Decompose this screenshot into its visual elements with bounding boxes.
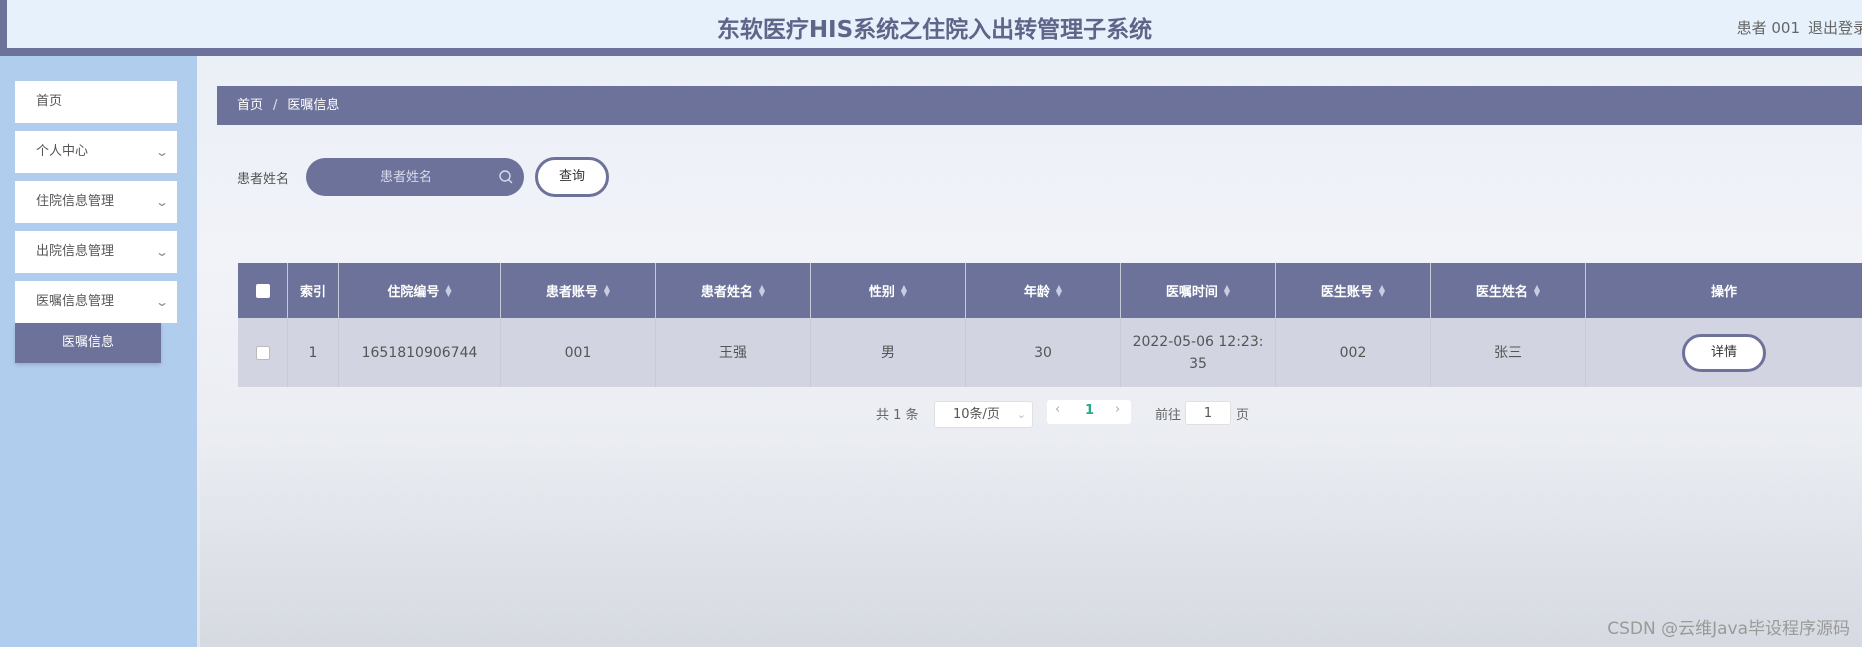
sidebar-item-label: 医嘱信息管理 xyxy=(36,294,115,309)
sidebar-subitem-order-info[interactable]: 医嘱信息 xyxy=(15,323,161,363)
cell-age: 30 xyxy=(966,318,1121,387)
cell-patient-name: 王强 xyxy=(656,318,811,387)
page-size-select[interactable]: 10条/页 ⌄ xyxy=(934,401,1033,428)
patient-name-input[interactable] xyxy=(306,158,496,196)
logout-link[interactable]: 退出登录 xyxy=(1808,17,1862,38)
sidebar-item-label: 个人中心 xyxy=(36,144,89,159)
column-header-patient-name[interactable]: 患者姓名 ▲ ▼ xyxy=(656,263,811,318)
breadcrumb: 首页 / 医嘱信息 xyxy=(217,86,1862,125)
column-header-admission-no[interactable]: 住院编号 ▲ ▼ xyxy=(339,263,501,318)
column-header-doctor-account[interactable]: 医生账号 ▲ ▼ xyxy=(1276,263,1431,318)
sort-icon[interactable]: ▲ ▼ xyxy=(1379,283,1385,297)
column-header-index: 索引 xyxy=(288,263,339,318)
sort-icon[interactable]: ▲ ▼ xyxy=(759,283,765,297)
page-number-current[interactable]: 1 xyxy=(1085,403,1094,418)
search-label: 患者姓名 xyxy=(237,172,290,187)
pagination-total: 共 1 条 xyxy=(876,408,919,423)
sort-icon[interactable]: ▲ ▼ xyxy=(901,283,907,297)
sidebar-item-label: 出院信息管理 xyxy=(36,244,115,259)
sort-icon[interactable]: ▲ ▼ xyxy=(1224,283,1230,297)
column-header-gender[interactable]: 性别 ▲ ▼ xyxy=(811,263,966,318)
row-select-cell xyxy=(238,318,288,387)
cell-index: 1 xyxy=(288,318,339,387)
goto-page-input[interactable] xyxy=(1185,401,1231,425)
sort-icon[interactable]: ▲ ▼ xyxy=(604,283,610,297)
chevron-down-icon: ⌄ xyxy=(154,245,170,259)
current-user: 患者 001 xyxy=(1736,19,1800,37)
cell-admission-no: 1651810906744 xyxy=(339,318,501,387)
row-checkbox[interactable] xyxy=(255,345,270,360)
sidebar-item-label: 首页 xyxy=(36,94,63,109)
sidebar-item-label: 住院信息管理 xyxy=(36,194,115,209)
cell-order-time: 2022-05-06 12:23:35 xyxy=(1121,318,1276,387)
cell-actions: 详情 xyxy=(1586,318,1862,387)
prev-page-icon[interactable]: ‹ xyxy=(1055,402,1060,417)
cell-doctor-account: 002 xyxy=(1276,318,1431,387)
cell-patient-account: 001 xyxy=(501,318,656,387)
sort-icon[interactable]: ▲ ▼ xyxy=(1534,283,1540,297)
sidebar-item-order-management[interactable]: 医嘱信息管理 ⌄ xyxy=(15,281,177,323)
pager: ‹ 1 › xyxy=(1047,400,1131,424)
column-header-doctor-name[interactable]: 医生姓名 ▲ ▼ xyxy=(1431,263,1586,318)
search-icon[interactable] xyxy=(498,169,514,185)
breadcrumb-home[interactable]: 首页 xyxy=(237,98,263,113)
goto-label: 前往 xyxy=(1155,408,1182,423)
next-page-icon[interactable]: › xyxy=(1115,402,1120,417)
breadcrumb-separator: / xyxy=(273,98,278,113)
cell-doctor-name: 张三 xyxy=(1431,318,1586,387)
app-title: 东软医疗HIS系统之住院入出转管理子系统 xyxy=(716,17,1153,43)
chevron-down-icon: ⌄ xyxy=(154,195,170,209)
search-box xyxy=(306,158,524,196)
page-size-value: 10条/页 xyxy=(953,407,1000,422)
select-all-cell xyxy=(238,263,288,318)
sidebar-item-discharge-management[interactable]: 出院信息管理 ⌄ xyxy=(15,231,177,273)
column-header-patient-account[interactable]: 患者账号 ▲ ▼ xyxy=(501,263,656,318)
watermark: CSDN @云维Java毕设程序源码 xyxy=(1607,619,1850,639)
table-header: 索引 住院编号 ▲ ▼ 患者账号 ▲ ▼ 患者姓名 ▲ ▼ 性别 ▲ ▼ 年龄 ▲ ▼ 医嘱时间 ▲ ▼… xyxy=(238,263,1862,318)
sidebar-item-home[interactable]: 首页 xyxy=(15,81,177,123)
app-header: 东软医疗HIS系统之住院入出转管理子系统 患者 001 退出登录 xyxy=(0,0,1862,56)
column-header-actions: 操作 xyxy=(1710,285,1737,300)
chevron-down-icon: ⌄ xyxy=(154,295,170,309)
sidebar: 首页 个人中心 ⌄ 住院信息管理 ⌄ 出院信息管理 ⌄ 医嘱信息管理 ⌄ 医嘱信… xyxy=(0,56,197,647)
detail-button[interactable]: 详情 xyxy=(1682,333,1766,372)
sidebar-item-admission-management[interactable]: 住院信息管理 ⌄ xyxy=(15,181,177,223)
column-header-age[interactable]: 年龄 ▲ ▼ xyxy=(966,263,1121,318)
cell-gender: 男 xyxy=(811,318,966,387)
sort-icon[interactable]: ▲ ▼ xyxy=(1056,283,1062,297)
sidebar-item-personal-center[interactable]: 个人中心 ⌄ xyxy=(15,131,177,173)
sort-icon[interactable]: ▲ ▼ xyxy=(445,283,451,297)
goto-unit: 页 xyxy=(1236,408,1250,423)
query-button[interactable]: 查询 xyxy=(535,157,609,197)
select-all-checkbox[interactable] xyxy=(255,283,270,298)
table-row: 1 1651810906744 001 王强 男 30 2022-05-06 1… xyxy=(238,318,1862,387)
chevron-down-icon: ⌄ xyxy=(1016,408,1026,421)
chevron-down-icon: ⌄ xyxy=(154,145,170,159)
column-header-order-time[interactable]: 医嘱时间 ▲ ▼ xyxy=(1121,263,1276,318)
breadcrumb-current: 医嘱信息 xyxy=(287,98,340,113)
